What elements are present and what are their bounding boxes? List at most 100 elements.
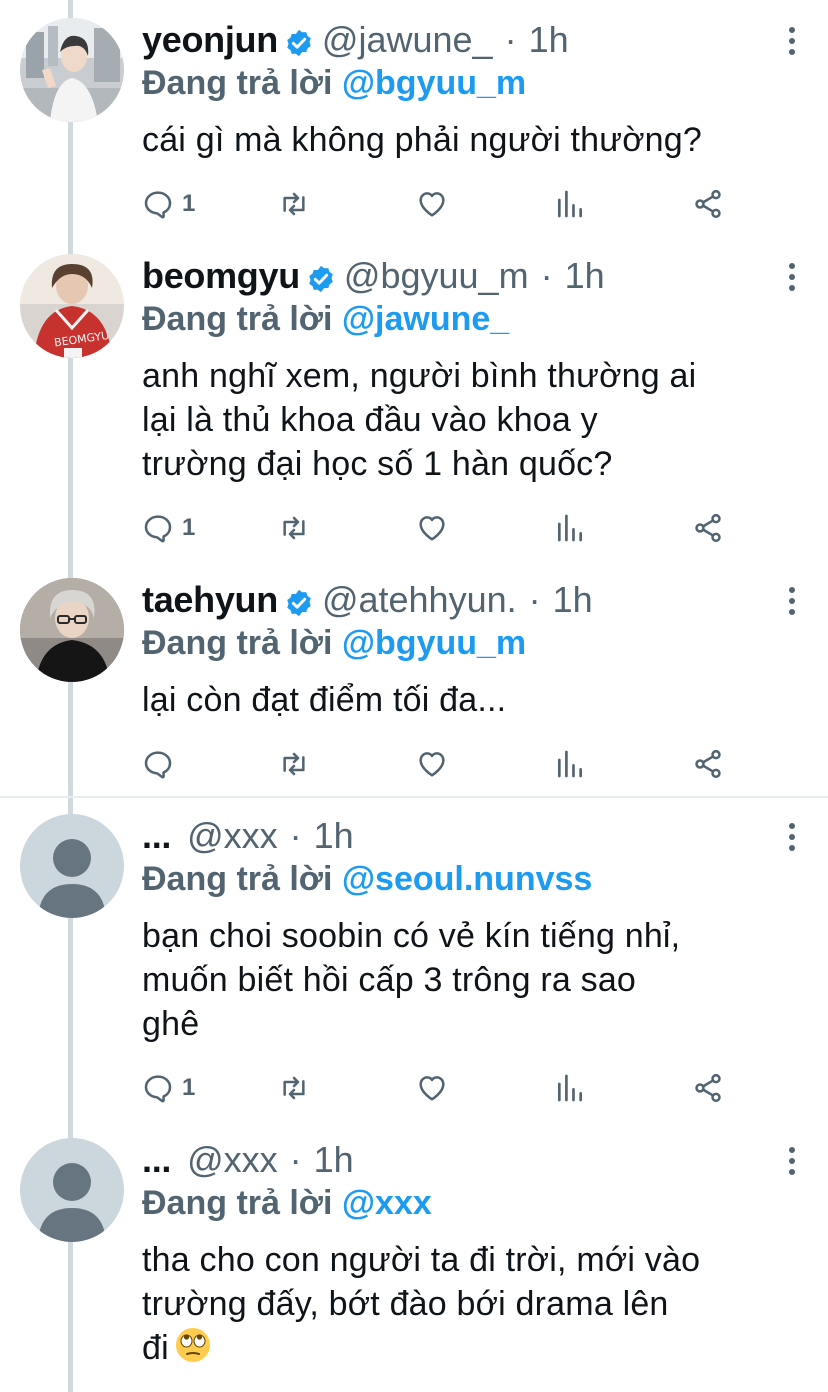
heart-icon [419, 752, 445, 777]
reply-icon [144, 515, 172, 543]
more-options-icon[interactable] [786, 822, 798, 852]
like-button[interactable] [416, 184, 448, 224]
author-name[interactable]: ... [142, 815, 171, 857]
avatar[interactable] [20, 578, 124, 682]
more-options-icon[interactable] [786, 26, 798, 56]
reply-icon [144, 191, 172, 219]
avatar[interactable] [20, 1138, 124, 1242]
tweet-text-line-with-emoji: đi [142, 1326, 812, 1370]
reply-count: 1 [182, 190, 196, 217]
tweet-header: yeonjun @jawune_ · 1h [142, 18, 569, 62]
tweet-header: beomgyu @bgyuu_m · 1h [142, 254, 605, 298]
tweet-timestamp[interactable]: 1h [553, 579, 593, 621]
like-button[interactable] [416, 744, 448, 784]
retweet-icon [283, 192, 305, 216]
share-button[interactable] [692, 744, 724, 784]
views-button[interactable] [554, 508, 586, 548]
retweet-icon [283, 752, 305, 776]
retweet-button[interactable] [278, 744, 310, 784]
replying-to-prefix: Đang trả lời [142, 64, 333, 102]
tweet-header: taehyun @atehhyun. · 1h [142, 578, 593, 622]
replying-to-label: Đang trả lời @seoul.nunvss [142, 860, 592, 899]
face-with-rolling-eyes-emoji [175, 1328, 210, 1362]
views-button[interactable] [554, 744, 586, 784]
bar-chart-icon [558, 750, 582, 778]
like-button[interactable] [416, 1068, 448, 1108]
tweet-timestamp[interactable]: 1h [314, 1139, 354, 1181]
share-button[interactable] [692, 1068, 724, 1108]
default-avatar-icon [20, 1138, 124, 1242]
author-name[interactable]: yeonjun [142, 19, 278, 61]
author-name[interactable]: taehyun [142, 579, 278, 621]
replying-to-handle[interactable]: @bgyuu_m [342, 64, 526, 102]
tweet-text-line: lại còn đạt điểm tối đa... [142, 681, 507, 719]
share-button[interactable] [692, 508, 724, 548]
tweet-text-line: cái gì mà không phải người thường? [142, 121, 703, 159]
author-handle[interactable]: @jawune_ [322, 19, 493, 61]
avatar[interactable] [20, 814, 124, 918]
avatar[interactable] [20, 18, 124, 122]
more-options-icon[interactable] [786, 586, 798, 616]
separator-dot: · [528, 579, 541, 620]
retweet-button[interactable] [278, 508, 310, 548]
tweet-text: lại còn đạt điểm tối đa... [142, 678, 812, 722]
replying-to-handle[interactable]: @seoul.nunvss [342, 860, 592, 898]
retweet-button[interactable] [278, 1068, 310, 1108]
replying-to-handle[interactable]: @bgyuu_m [342, 624, 526, 662]
share-button[interactable] [692, 184, 724, 224]
reply-button[interactable]: 1 [142, 508, 195, 548]
replying-to-label: Đang trả lời @bgyuu_m [142, 64, 526, 103]
author-handle[interactable]: @xxx [187, 1139, 278, 1181]
reply-button[interactable]: 1 [142, 184, 195, 224]
tweet-actions: 1 [142, 508, 742, 548]
tweet-text-line: tha cho con người ta đi trời, mới vào [142, 1241, 701, 1279]
heart-icon [419, 1076, 445, 1101]
share-icon [695, 1073, 721, 1103]
tweet-text-line: anh nghĩ xem, người bình thường ai [142, 357, 697, 395]
author-name[interactable]: beomgyu [142, 255, 300, 297]
like-button[interactable] [416, 508, 448, 548]
share-icon [695, 189, 721, 219]
reply-button[interactable] [142, 744, 182, 784]
share-icon [695, 513, 721, 543]
thread-divider [0, 796, 828, 798]
replying-to-label: Đang trả lời @xxx [142, 1184, 432, 1223]
avatar[interactable]: BEOMGYU [20, 254, 124, 358]
heart-icon [419, 192, 445, 217]
author-handle[interactable]: @bgyuu_m [344, 255, 529, 297]
reply-icon [144, 751, 172, 779]
replying-to-label: Đang trả lời @bgyuu_m [142, 624, 526, 663]
replying-to-handle[interactable]: @jawune_ [342, 300, 509, 338]
more-options-icon[interactable] [786, 262, 798, 292]
tweet-text-line: đi [142, 1329, 169, 1367]
replying-to-handle[interactable]: @xxx [342, 1184, 432, 1222]
tweet-text-line: lại là thủ khoa đầu vào khoa y [142, 401, 598, 439]
share-icon [695, 749, 721, 779]
tweet-header: ... @xxx · 1h [142, 814, 354, 858]
separator-dot: · [289, 1139, 302, 1180]
tweet-text-line: trường đại học số 1 hàn quốc? [142, 445, 613, 483]
tweet-timestamp[interactable]: 1h [314, 815, 354, 857]
separator-dot: · [289, 815, 302, 856]
tweet-timestamp[interactable]: 1h [529, 19, 569, 61]
tweet-text: cái gì mà không phải người thường? [142, 118, 812, 162]
tweet-actions: 1 [142, 184, 742, 224]
author-name[interactable]: ... [142, 1139, 171, 1181]
verified-badge-icon [284, 585, 314, 617]
tweet-timestamp[interactable]: 1h [565, 255, 605, 297]
more-options-icon[interactable] [786, 1146, 798, 1176]
views-button[interactable] [554, 184, 586, 224]
author-handle[interactable]: @atehhyun. [322, 579, 517, 621]
author-handle[interactable]: @xxx [187, 815, 278, 857]
retweet-icon [283, 1076, 305, 1100]
reply-icon [144, 1075, 172, 1103]
tweet-text: bạn choi soobin có vẻ kín tiếng nhỉ, muố… [142, 914, 812, 1046]
bar-chart-icon [558, 1074, 582, 1102]
tweet-text: anh nghĩ xem, người bình thường ai lại l… [142, 354, 812, 486]
tweet-header: ... @xxx · 1h [142, 1138, 354, 1182]
retweet-button[interactable] [278, 184, 310, 224]
tweet-actions [142, 744, 742, 784]
views-button[interactable] [554, 1068, 586, 1108]
tweet-text-line: muốn biết hồi cấp 3 trông ra sao [142, 961, 637, 999]
reply-button[interactable]: 1 [142, 1068, 195, 1108]
